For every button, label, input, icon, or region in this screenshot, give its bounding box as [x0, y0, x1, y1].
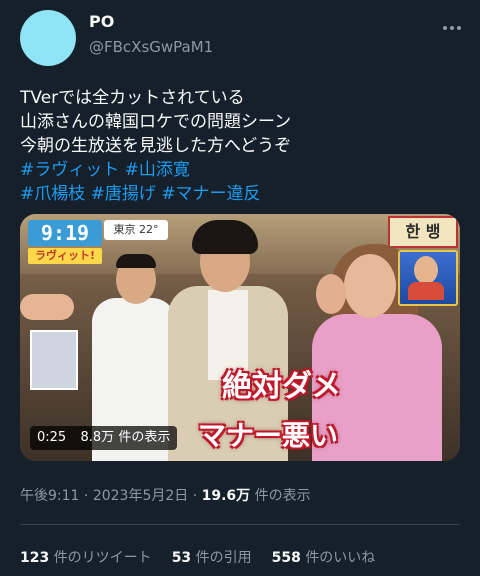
- quotes-stat[interactable]: 53 件の引用: [172, 550, 252, 566]
- person-woman-head: [344, 254, 396, 318]
- tweet-time[interactable]: 午後9:11: [20, 488, 79, 504]
- likes-label: 件のいいね: [305, 550, 376, 566]
- video-views-count: 8.8万: [80, 430, 115, 445]
- video-views-label: 件の表示: [118, 430, 171, 445]
- tweet-views-label: 件の表示: [254, 488, 311, 504]
- likes-count: 558: [271, 550, 301, 566]
- person-background-head: [316, 274, 346, 314]
- video-player[interactable]: 한 뱅 9:19 ラヴィット! 東京 22° 絶対ダメ マナー悪い 0:25 8…: [20, 214, 460, 461]
- quotes-label: 件の引用: [195, 550, 252, 566]
- tweet-timestamp: 午後9:11 · 2023年5月2日 · 19.6万 件の表示: [20, 485, 311, 505]
- korean-shop-sign: 한 뱅: [388, 216, 458, 248]
- broadcast-clock: 9:19: [28, 220, 102, 246]
- retweets-label: 件のリツイート: [53, 550, 152, 566]
- meta-separator: ·: [83, 488, 89, 504]
- tweet-text-line-3: 今朝の生放送を見逃した方へどうぞ: [20, 136, 292, 156]
- hashtag-link[interactable]: #爪楊枝: [20, 184, 85, 204]
- hashtag-row-2: #爪楊枝 #唐揚げ #マナー違反: [20, 182, 261, 206]
- divider: [20, 524, 460, 525]
- tweet-date[interactable]: 2023年5月2日: [93, 488, 188, 504]
- more-horizontal-icon[interactable]: [440, 16, 464, 40]
- show-logo: ラヴィット!: [28, 248, 102, 264]
- video-meta-badge: 0:25 8.8万 件の表示: [30, 426, 178, 450]
- display-name[interactable]: PO: [89, 12, 114, 31]
- telop-caption-top: 絶対ダメ: [222, 369, 342, 404]
- retweets-count: 123: [20, 550, 50, 566]
- studio-inset-body: [408, 282, 444, 300]
- tweet-text-line-2: 山添さんの韓国ロケでの問題シーン: [20, 112, 292, 132]
- hashtag-link[interactable]: #マナー違反: [161, 184, 260, 204]
- tweet-text-line-1: TVerでは全カットされている: [20, 88, 245, 108]
- hashtag-link[interactable]: #唐揚げ: [91, 184, 156, 204]
- quotes-count: 53: [171, 550, 192, 566]
- hashtag-link[interactable]: #山添寛: [125, 160, 190, 180]
- user-handle[interactable]: @FBcXsGwPaM1: [89, 38, 213, 56]
- avatar[interactable]: [20, 10, 76, 66]
- wall-poster: [30, 330, 78, 390]
- hand-foreground: [20, 294, 74, 320]
- telop-caption-bottom: マナー悪い: [198, 419, 339, 452]
- video-duration: 0:25: [37, 430, 67, 445]
- hashtag-row-1: #ラヴィット #山添寛: [20, 158, 190, 182]
- meta-separator: ·: [192, 488, 198, 504]
- weather-badge: 東京 22°: [104, 220, 168, 240]
- person-beige-jacket-hair: [192, 220, 258, 254]
- studio-inset-face: [414, 256, 438, 284]
- retweets-stat[interactable]: 123 件のリツイート: [20, 550, 152, 566]
- engagement-stats: 123 件のリツイート 53 件の引用 558 件のいいね: [20, 547, 375, 567]
- hashtag-link[interactable]: #ラヴィット: [20, 160, 119, 180]
- likes-stat[interactable]: 558 件のいいね: [272, 550, 376, 566]
- person-white-shirt-hair: [116, 254, 156, 268]
- tweet-views-count: 19.6万: [201, 488, 251, 504]
